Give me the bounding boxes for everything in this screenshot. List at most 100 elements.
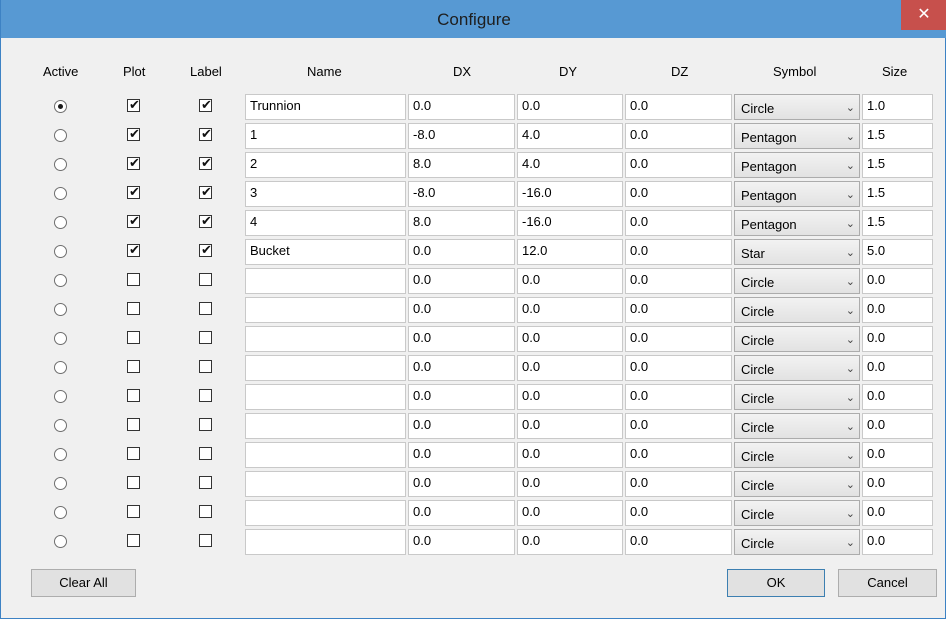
dy-field[interactable]: 0.0: [517, 268, 623, 294]
name-field[interactable]: [245, 355, 406, 381]
active-radio[interactable]: [54, 158, 67, 171]
dx-field[interactable]: 0.0: [408, 355, 515, 381]
dx-field[interactable]: 0.0: [408, 239, 515, 265]
name-field[interactable]: 4: [245, 210, 406, 236]
close-button[interactable]: ✕: [901, 0, 946, 30]
size-field[interactable]: 1.5: [862, 152, 933, 178]
dy-field[interactable]: 0.0: [517, 355, 623, 381]
plot-checkbox[interactable]: ✔: [127, 184, 140, 199]
dx-field[interactable]: 0.0: [408, 297, 515, 323]
dy-field[interactable]: 4.0: [517, 152, 623, 178]
symbol-select[interactable]: Pentagon ⌄: [734, 210, 860, 236]
dy-field[interactable]: 0.0: [517, 326, 623, 352]
symbol-select[interactable]: Circle ⌄: [734, 442, 860, 468]
name-field[interactable]: [245, 529, 406, 555]
size-field[interactable]: 0.0: [862, 500, 933, 526]
dy-field[interactable]: -16.0: [517, 181, 623, 207]
label-checkbox[interactable]: ✔: [199, 184, 212, 199]
dz-field[interactable]: 0.0: [625, 239, 732, 265]
label-checkbox[interactable]: [199, 418, 212, 431]
dy-field[interactable]: 0.0: [517, 94, 623, 120]
dz-field[interactable]: 0.0: [625, 152, 732, 178]
dx-field[interactable]: 0.0: [408, 326, 515, 352]
dy-field[interactable]: 0.0: [517, 442, 623, 468]
dz-field[interactable]: 0.0: [625, 355, 732, 381]
plot-checkbox[interactable]: [127, 534, 140, 547]
name-field[interactable]: 1: [245, 123, 406, 149]
active-radio[interactable]: [54, 419, 67, 432]
plot-checkbox[interactable]: [127, 302, 140, 315]
active-radio[interactable]: [54, 187, 67, 200]
size-field[interactable]: 0.0: [862, 442, 933, 468]
dy-field[interactable]: 0.0: [517, 471, 623, 497]
symbol-select[interactable]: Pentagon ⌄: [734, 152, 860, 178]
dz-field[interactable]: 0.0: [625, 413, 732, 439]
size-field[interactable]: 1.5: [862, 123, 933, 149]
plot-checkbox[interactable]: [127, 505, 140, 518]
active-radio[interactable]: [54, 100, 67, 113]
label-checkbox[interactable]: ✔: [199, 213, 212, 228]
name-field[interactable]: [245, 471, 406, 497]
dz-field[interactable]: 0.0: [625, 181, 732, 207]
plot-checkbox[interactable]: ✔: [127, 155, 140, 170]
plot-checkbox[interactable]: ✔: [127, 126, 140, 141]
name-field[interactable]: [245, 413, 406, 439]
plot-checkbox[interactable]: ✔: [127, 213, 140, 228]
plot-checkbox[interactable]: [127, 418, 140, 431]
label-checkbox[interactable]: ✔: [199, 155, 212, 170]
clear-all-button[interactable]: Clear All: [31, 569, 136, 597]
size-field[interactable]: 0.0: [862, 297, 933, 323]
plot-checkbox[interactable]: [127, 476, 140, 489]
name-field[interactable]: [245, 500, 406, 526]
dy-field[interactable]: 4.0: [517, 123, 623, 149]
name-field[interactable]: 2: [245, 152, 406, 178]
dz-field[interactable]: 0.0: [625, 326, 732, 352]
dx-field[interactable]: 0.0: [408, 471, 515, 497]
dz-field[interactable]: 0.0: [625, 94, 732, 120]
symbol-select[interactable]: Circle ⌄: [734, 471, 860, 497]
plot-checkbox[interactable]: [127, 389, 140, 402]
size-field[interactable]: 0.0: [862, 413, 933, 439]
label-checkbox[interactable]: [199, 476, 212, 489]
symbol-select[interactable]: Circle ⌄: [734, 500, 860, 526]
dx-field[interactable]: 0.0: [408, 529, 515, 555]
name-field[interactable]: [245, 326, 406, 352]
plot-checkbox[interactable]: ✔: [127, 242, 140, 257]
dy-field[interactable]: -16.0: [517, 210, 623, 236]
dx-field[interactable]: 0.0: [408, 94, 515, 120]
symbol-select[interactable]: Circle ⌄: [734, 384, 860, 410]
dz-field[interactable]: 0.0: [625, 210, 732, 236]
label-checkbox[interactable]: ✔: [199, 97, 212, 112]
name-field[interactable]: 3: [245, 181, 406, 207]
dy-field[interactable]: 0.0: [517, 413, 623, 439]
name-field[interactable]: [245, 442, 406, 468]
label-checkbox[interactable]: ✔: [199, 126, 212, 141]
symbol-select[interactable]: Circle ⌄: [734, 268, 860, 294]
dz-field[interactable]: 0.0: [625, 297, 732, 323]
symbol-select[interactable]: Circle ⌄: [734, 94, 860, 120]
plot-checkbox[interactable]: [127, 273, 140, 286]
symbol-select[interactable]: Circle ⌄: [734, 297, 860, 323]
active-radio[interactable]: [54, 245, 67, 258]
symbol-select[interactable]: Star ⌄: [734, 239, 860, 265]
active-radio[interactable]: [54, 303, 67, 316]
size-field[interactable]: 5.0: [862, 239, 933, 265]
ok-button[interactable]: OK: [727, 569, 825, 597]
dz-field[interactable]: 0.0: [625, 471, 732, 497]
symbol-select[interactable]: Circle ⌄: [734, 529, 860, 555]
symbol-select[interactable]: Circle ⌄: [734, 413, 860, 439]
active-radio[interactable]: [54, 535, 67, 548]
name-field[interactable]: [245, 297, 406, 323]
active-radio[interactable]: [54, 332, 67, 345]
name-field[interactable]: Trunnion: [245, 94, 406, 120]
active-radio[interactable]: [54, 506, 67, 519]
symbol-select[interactable]: Pentagon ⌄: [734, 181, 860, 207]
dz-field[interactable]: 0.0: [625, 123, 732, 149]
label-checkbox[interactable]: ✔: [199, 242, 212, 257]
symbol-select[interactable]: Circle ⌄: [734, 355, 860, 381]
active-radio[interactable]: [54, 448, 67, 461]
symbol-select[interactable]: Circle ⌄: [734, 326, 860, 352]
size-field[interactable]: 0.0: [862, 268, 933, 294]
dx-field[interactable]: -8.0: [408, 181, 515, 207]
dy-field[interactable]: 0.0: [517, 529, 623, 555]
